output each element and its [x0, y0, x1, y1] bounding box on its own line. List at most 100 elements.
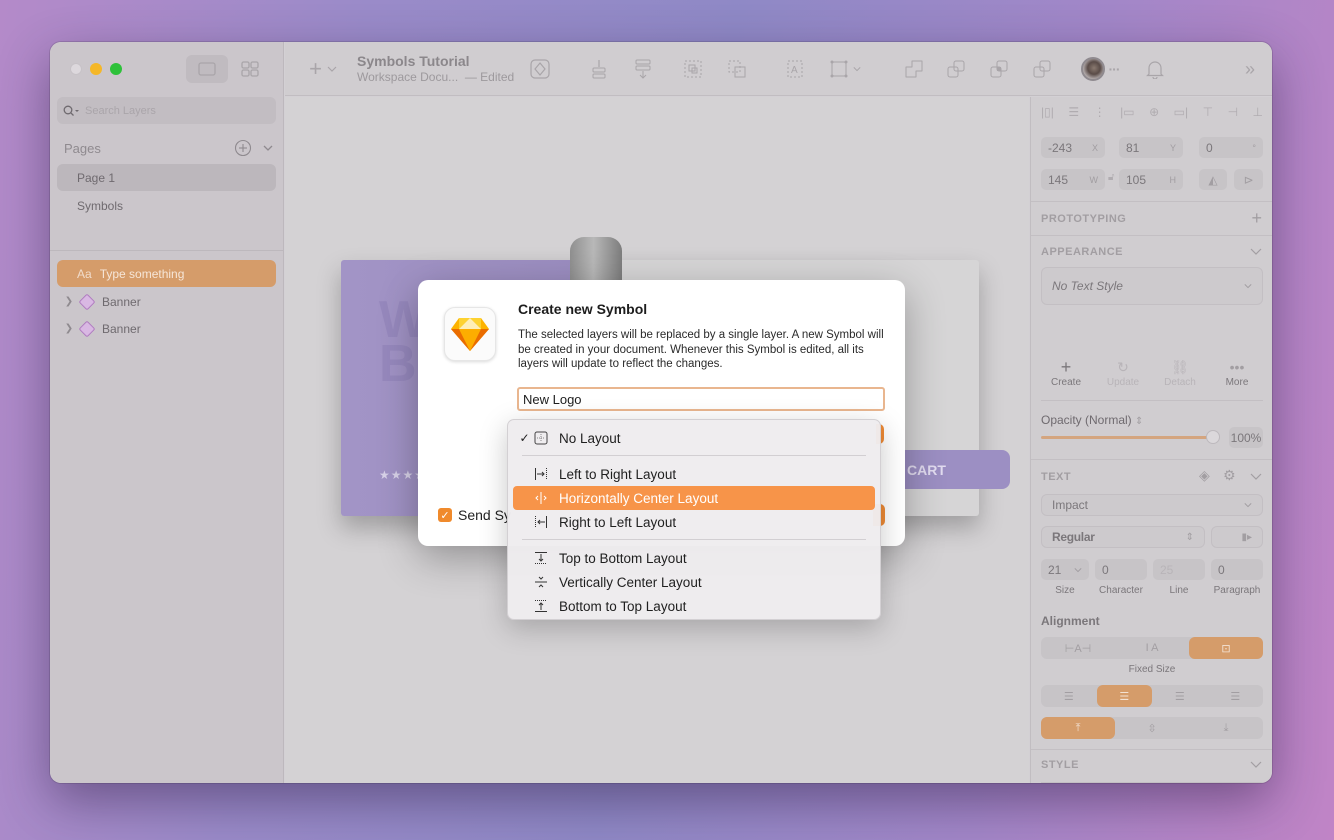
menu-separator [522, 539, 866, 540]
character-spacing-field[interactable]: 0 [1095, 559, 1147, 580]
collapse-pages-chevron-icon[interactable] [262, 144, 274, 152]
x-position-field[interactable]: -243 X [1041, 137, 1105, 158]
font-size-field[interactable]: 21 [1041, 559, 1089, 580]
send-to-symbols-page-checkbox[interactable]: ✓ Send Sy [438, 507, 511, 523]
menu-item-horizontally-center[interactable]: Horizontally Center Layout [513, 486, 875, 510]
lock-ratio-icon[interactable]: 🔓︎ [1108, 172, 1114, 183]
menu-item-no-layout[interactable]: ✓ No Layout [513, 426, 875, 450]
insert-button[interactable]: + [305, 56, 341, 82]
align-text-top-option[interactable]: ⤒ [1041, 717, 1115, 739]
align-text-right-option[interactable]: ☰ [1152, 685, 1208, 707]
grid-view-button[interactable] [236, 55, 264, 83]
font-family-select[interactable]: Impact [1041, 494, 1263, 516]
rotation-label: ° [1252, 142, 1256, 153]
edited-status: — Edited [464, 70, 515, 84]
add-prototyping-icon[interactable]: + [1251, 208, 1262, 229]
width-field[interactable]: 145 W [1041, 169, 1105, 190]
create-style-button[interactable]: + Create [1041, 358, 1091, 388]
detach-style-button[interactable]: ⛓︎ Detach [1155, 359, 1205, 388]
ungroup-button[interactable] [725, 56, 749, 82]
align-text-bottom-option[interactable]: ⤓ [1189, 717, 1263, 739]
text-resize-button[interactable]: A [783, 56, 807, 82]
difference-button[interactable] [1031, 56, 1053, 82]
disclosure-chevron-icon[interactable]: ❯ [61, 296, 77, 307]
search-layers[interactable] [57, 97, 276, 124]
opacity-slider-track[interactable] [1041, 436, 1213, 439]
collaborators-more-icon[interactable]: ··· [1107, 56, 1121, 82]
style-chevron-icon[interactable] [1250, 761, 1262, 769]
text-settings-gear-icon[interactable]: ⚙ [1223, 467, 1236, 484]
distribute-vertical-icon[interactable]: ☰ [1068, 105, 1079, 127]
align-text-justify-option[interactable]: ☰ [1208, 685, 1264, 707]
maximize-window-button[interactable] [110, 63, 122, 75]
layer-item-banner[interactable]: ❯ Banner [57, 288, 276, 315]
align-text-center-option[interactable]: ☰ [1096, 685, 1152, 707]
more-style-button[interactable]: ••• More [1212, 359, 1262, 388]
opacity-slider-knob[interactable] [1206, 430, 1220, 444]
add-page-icon[interactable] [234, 139, 252, 157]
symbol-name-input[interactable] [517, 387, 885, 411]
close-window-button[interactable] [70, 63, 82, 75]
auto-height-option[interactable]: I A [1115, 637, 1189, 659]
page-item-symbols[interactable]: Symbols [57, 192, 276, 219]
sidebar-toggle-button[interactable] [186, 55, 228, 83]
align-text-middle-option[interactable]: ⇳ [1115, 717, 1189, 739]
y-position-field[interactable]: 81 Y [1119, 137, 1183, 158]
move-down-button[interactable] [631, 56, 655, 82]
opacity-label[interactable]: Opacity (Normal) ⇕ [1041, 413, 1143, 427]
menu-item-left-to-right[interactable]: Left to Right Layout [513, 462, 875, 486]
more-options-icon[interactable]: ⋮ [1094, 105, 1106, 127]
layer-item-banner[interactable]: ❯ Banner [57, 315, 276, 342]
appearance-chevron-icon[interactable] [1250, 248, 1262, 256]
paragraph-spacing-field[interactable]: 0 [1211, 559, 1263, 580]
search-layers-input[interactable] [85, 104, 265, 117]
disclosure-chevron-icon[interactable]: ❯ [61, 323, 77, 334]
text-section-chevron-icon[interactable] [1250, 473, 1262, 481]
align-bottom-icon[interactable]: ⊥ [1253, 105, 1263, 127]
text-color-well[interactable]: ▮▸ [1211, 526, 1263, 548]
window-controls [70, 63, 122, 75]
create-symbol-button[interactable] [528, 56, 552, 82]
layer-item-text[interactable]: Aa Type something [57, 260, 276, 287]
flip-vertical-button[interactable]: ⊳ [1234, 169, 1263, 190]
rotation-field[interactable]: 0 ° [1199, 137, 1263, 158]
group-button[interactable] [681, 56, 705, 82]
opacity-value-field[interactable]: 100% [1229, 427, 1263, 448]
height-field[interactable]: 105 H [1119, 169, 1183, 190]
align-right-icon[interactable]: ▭| [1174, 105, 1188, 127]
menu-item-right-to-left[interactable]: Right to Left Layout [513, 510, 875, 534]
distribute-button[interactable] [587, 56, 611, 82]
notifications-button[interactable] [1145, 56, 1165, 82]
expand-chevrons-icon[interactable]: » [1240, 56, 1260, 82]
frame-button[interactable] [827, 56, 863, 82]
minimize-window-button[interactable] [90, 63, 102, 75]
font-weight-select[interactable]: Regular ⇕ [1041, 526, 1205, 548]
text-styles-layers-icon[interactable]: ◈ [1199, 467, 1210, 484]
page-item-page-1[interactable]: Page 1 [57, 164, 276, 191]
union-button[interactable] [903, 56, 925, 82]
more-dots-icon: ••• [1229, 359, 1245, 375]
align-center-icon[interactable]: ⊕ [1149, 105, 1159, 127]
update-label: Update [1106, 377, 1140, 388]
auto-width-option[interactable]: ⊢A⊣ [1041, 637, 1115, 659]
menu-item-bottom-to-top[interactable]: Bottom to Top Layout [513, 594, 875, 618]
menu-item-vertically-center[interactable]: Vertically Center Layout [513, 570, 875, 594]
appearance-section-title: APPEARANCE [1041, 246, 1124, 258]
align-text-left-option[interactable]: ☰ [1041, 685, 1097, 707]
align-middle-icon[interactable]: ⊣ [1228, 105, 1238, 127]
align-left-icon[interactable]: |▭ [1120, 105, 1134, 127]
group-icon [684, 60, 702, 78]
fixed-size-option[interactable]: ⊡ [1189, 637, 1263, 659]
distribute-horizontal-icon[interactable]: |▯| [1041, 105, 1054, 127]
align-top-icon[interactable]: ⊤ [1203, 105, 1213, 127]
text-style-select[interactable]: No Text Style [1041, 267, 1263, 305]
opacity-value: 100% [1230, 430, 1262, 445]
subtract-button[interactable] [945, 56, 967, 82]
update-style-button[interactable]: ↻ Update [1098, 359, 1148, 388]
add-to-cart-button[interactable]: CART [895, 450, 1010, 489]
intersect-button[interactable] [988, 56, 1010, 82]
menu-item-top-to-bottom[interactable]: Top to Bottom Layout [513, 546, 875, 570]
line-height-field[interactable]: 25 [1153, 559, 1205, 580]
avatar[interactable] [1081, 57, 1105, 81]
flip-horizontal-button[interactable]: ◭ [1199, 169, 1227, 190]
